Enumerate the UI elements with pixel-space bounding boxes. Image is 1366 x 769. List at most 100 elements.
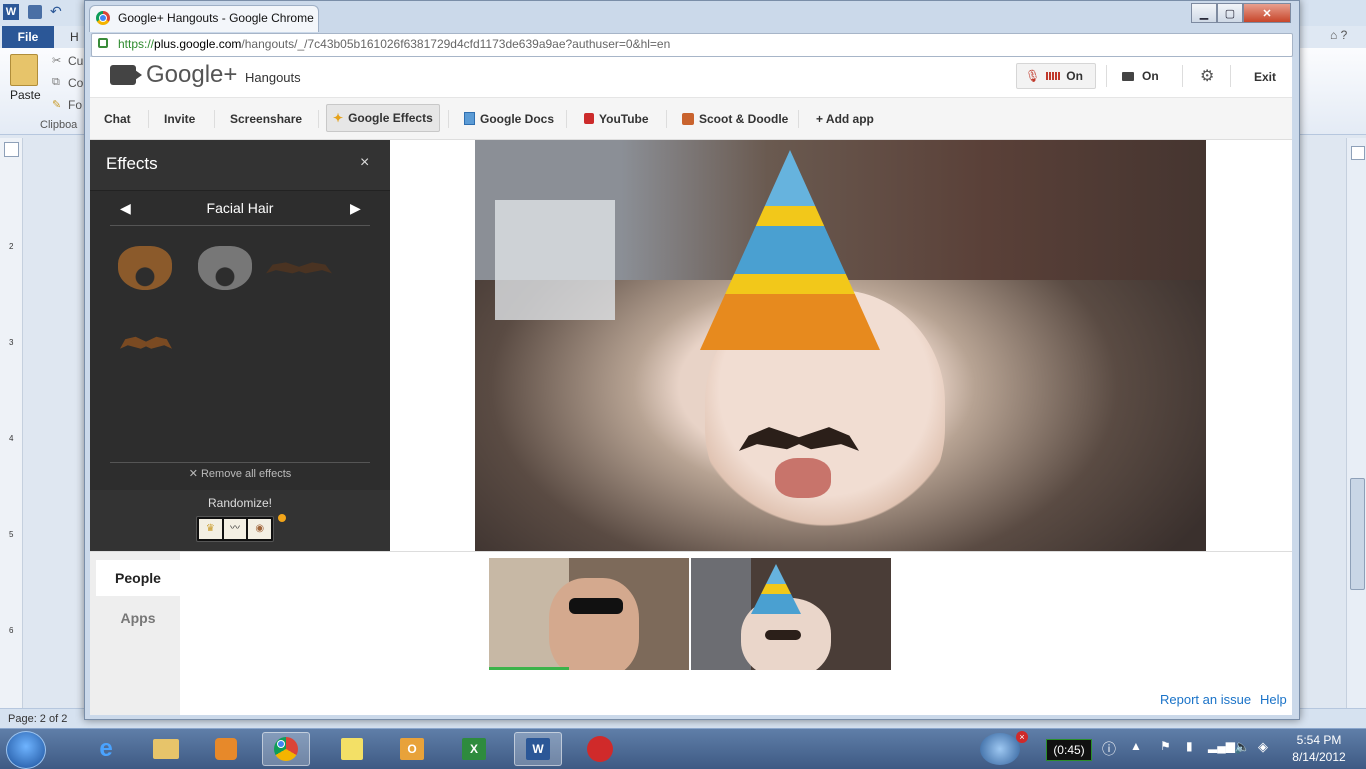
view-ruler-icon[interactable]	[1351, 146, 1365, 160]
open-mouth	[775, 458, 831, 498]
battery-timer[interactable]: (0:45)	[1046, 739, 1092, 761]
brown-beard-effect[interactable]	[118, 246, 172, 290]
next-category-button[interactable]: ▶	[350, 200, 361, 217]
word-taskbar-icon[interactable]: W	[514, 732, 562, 766]
close-window-button[interactable]: ✕	[1243, 3, 1291, 23]
divider	[110, 225, 370, 226]
start-button[interactable]	[6, 731, 46, 769]
lock-icon	[98, 38, 108, 48]
participant-face	[549, 578, 639, 670]
scoot-doodle-app-button[interactable]: Scoot & Doodle	[682, 98, 788, 139]
self-view-thumbnail[interactable]	[691, 558, 891, 670]
ruler-tab-selector[interactable]	[4, 142, 19, 157]
network-app-icon[interactable]	[980, 733, 1020, 765]
dog-face-icon: ◉	[248, 519, 272, 539]
add-app-button[interactable]: + Add app	[816, 98, 874, 139]
divider	[110, 462, 370, 463]
file-explorer-icon[interactable]	[142, 732, 190, 766]
paste-label[interactable]: Paste	[10, 88, 41, 102]
remove-x-icon: ✕	[188, 468, 201, 480]
remove-all-effects-button[interactable]: ✕ Remove all effects	[90, 467, 390, 480]
word-app-icon[interactable]: W	[3, 4, 19, 20]
apps-tab[interactable]: Apps	[96, 600, 180, 636]
help-icon[interactable]: ⌂ ?	[1330, 28, 1347, 42]
mic-toggle-button[interactable]: 🎙 On	[1016, 63, 1096, 89]
effects-header: Effects ×	[90, 140, 390, 191]
home-tab[interactable]: H	[70, 30, 79, 44]
outlook-icon[interactable]: O	[388, 732, 436, 766]
youtube-app-button[interactable]: YouTube	[584, 98, 649, 139]
divider	[1230, 65, 1231, 87]
randomize-area: Randomize! ♛ 〰 ◉	[90, 490, 390, 551]
save-icon[interactable]	[28, 5, 42, 19]
maximize-button[interactable]: ▢	[1217, 3, 1243, 23]
mic-level-icon	[1046, 72, 1061, 80]
hangouts-camera-icon	[110, 65, 142, 85]
hangouts-title: Hangouts	[245, 70, 301, 85]
format-painter-label[interactable]: Fo	[68, 98, 82, 112]
excel-icon[interactable]: X	[450, 732, 498, 766]
word-vertical-scrollbar[interactable]	[1346, 138, 1366, 708]
screenshare-label: Screenshare	[230, 111, 303, 126]
settings-gear-icon[interactable]: ⚙	[1200, 66, 1214, 86]
cut-icon[interactable]: ✂	[52, 54, 61, 67]
report-issue-link[interactable]: Report an issue	[1160, 692, 1251, 707]
copy-icon[interactable]: ⧉	[52, 76, 60, 89]
format-painter-icon[interactable]: ✎	[52, 98, 61, 111]
info-tray-icon[interactable]: ⓘ	[1102, 739, 1116, 759]
mic-state-label: On	[1066, 69, 1083, 83]
paste-icon[interactable]	[10, 54, 38, 86]
url-scheme: https://	[118, 37, 155, 51]
youtube-label: YouTube	[599, 111, 649, 126]
battery-icon[interactable]: ▮	[1186, 739, 1193, 753]
clock-time[interactable]: 5:54 PM	[1284, 733, 1354, 747]
divider	[148, 110, 149, 128]
network-tray-icon[interactable]: ◈	[1258, 739, 1268, 755]
slot-lever-icon[interactable]	[278, 514, 286, 522]
wifi-signal-icon[interactable]: ▂▄▆	[1208, 739, 1235, 753]
volume-icon[interactable]: 🔈	[1234, 739, 1250, 755]
camera-toggle-button[interactable]: On	[1122, 63, 1172, 89]
notes-app-icon[interactable]	[328, 732, 376, 766]
google-effects-label: Google Effects	[348, 111, 433, 125]
help-link[interactable]: Help	[1260, 692, 1287, 707]
divider	[666, 110, 667, 128]
exit-button[interactable]: Exit	[1254, 70, 1276, 84]
chrome-taskbar-icon[interactable]	[262, 732, 310, 766]
address-bar[interactable]: https://plus.google.com/hangouts/_/7c43b…	[91, 33, 1293, 57]
media-player-icon[interactable]	[202, 732, 250, 766]
browser-tab[interactable]: Google+ Hangouts - Google Chrome	[89, 5, 319, 32]
clock-date[interactable]: 8/14/2012	[1284, 750, 1354, 764]
undo-icon[interactable]: ↶	[50, 3, 62, 20]
youtube-icon	[584, 113, 594, 124]
internet-explorer-icon[interactable]: e	[82, 732, 130, 766]
copy-label[interactable]: Co	[68, 76, 83, 90]
action-center-icon[interactable]: ⚑	[1160, 739, 1171, 753]
close-effects-button[interactable]: ×	[360, 154, 369, 172]
effects-title: Effects	[106, 154, 158, 173]
mustache-icon: 〰	[223, 519, 247, 539]
remote-app-icon[interactable]	[576, 732, 624, 766]
screenshare-app-button[interactable]: Screenshare	[230, 98, 302, 139]
gray-beard-effect[interactable]	[198, 246, 252, 290]
participant-thumbnail[interactable]	[489, 558, 689, 670]
app-bar: Chat Invite Screenshare ✦ Google Effects…	[90, 98, 1292, 140]
chat-app-button[interactable]: Chat	[104, 98, 131, 139]
chrome-icon	[96, 11, 110, 25]
show-hidden-icons-icon[interactable]: ▲	[1130, 739, 1142, 753]
url-text[interactable]: https://plus.google.com/hangouts/_/7c43b…	[118, 37, 670, 51]
previous-category-button[interactable]: ◀	[120, 200, 131, 217]
sparkle-icon: ✦	[333, 111, 344, 125]
people-tab[interactable]: People	[96, 560, 180, 596]
file-tab[interactable]: File	[2, 26, 54, 48]
randomize-slot-machine[interactable]: ♛ 〰 ◉	[196, 516, 274, 542]
invite-app-button[interactable]: Invite	[164, 98, 195, 139]
cut-label[interactable]: Cu	[68, 54, 83, 68]
scroll-thumb[interactable]	[1350, 478, 1365, 590]
brown-mustache-effect[interactable]	[120, 336, 172, 349]
tab-title: Google+ Hangouts - Google Chrome	[118, 11, 314, 25]
handlebar-mustache-effect[interactable]	[266, 262, 332, 274]
minimize-button[interactable]: ▁	[1191, 3, 1217, 23]
google-effects-app-button[interactable]: ✦ Google Effects	[326, 104, 440, 132]
google-docs-app-button[interactable]: Google Docs	[464, 98, 554, 139]
